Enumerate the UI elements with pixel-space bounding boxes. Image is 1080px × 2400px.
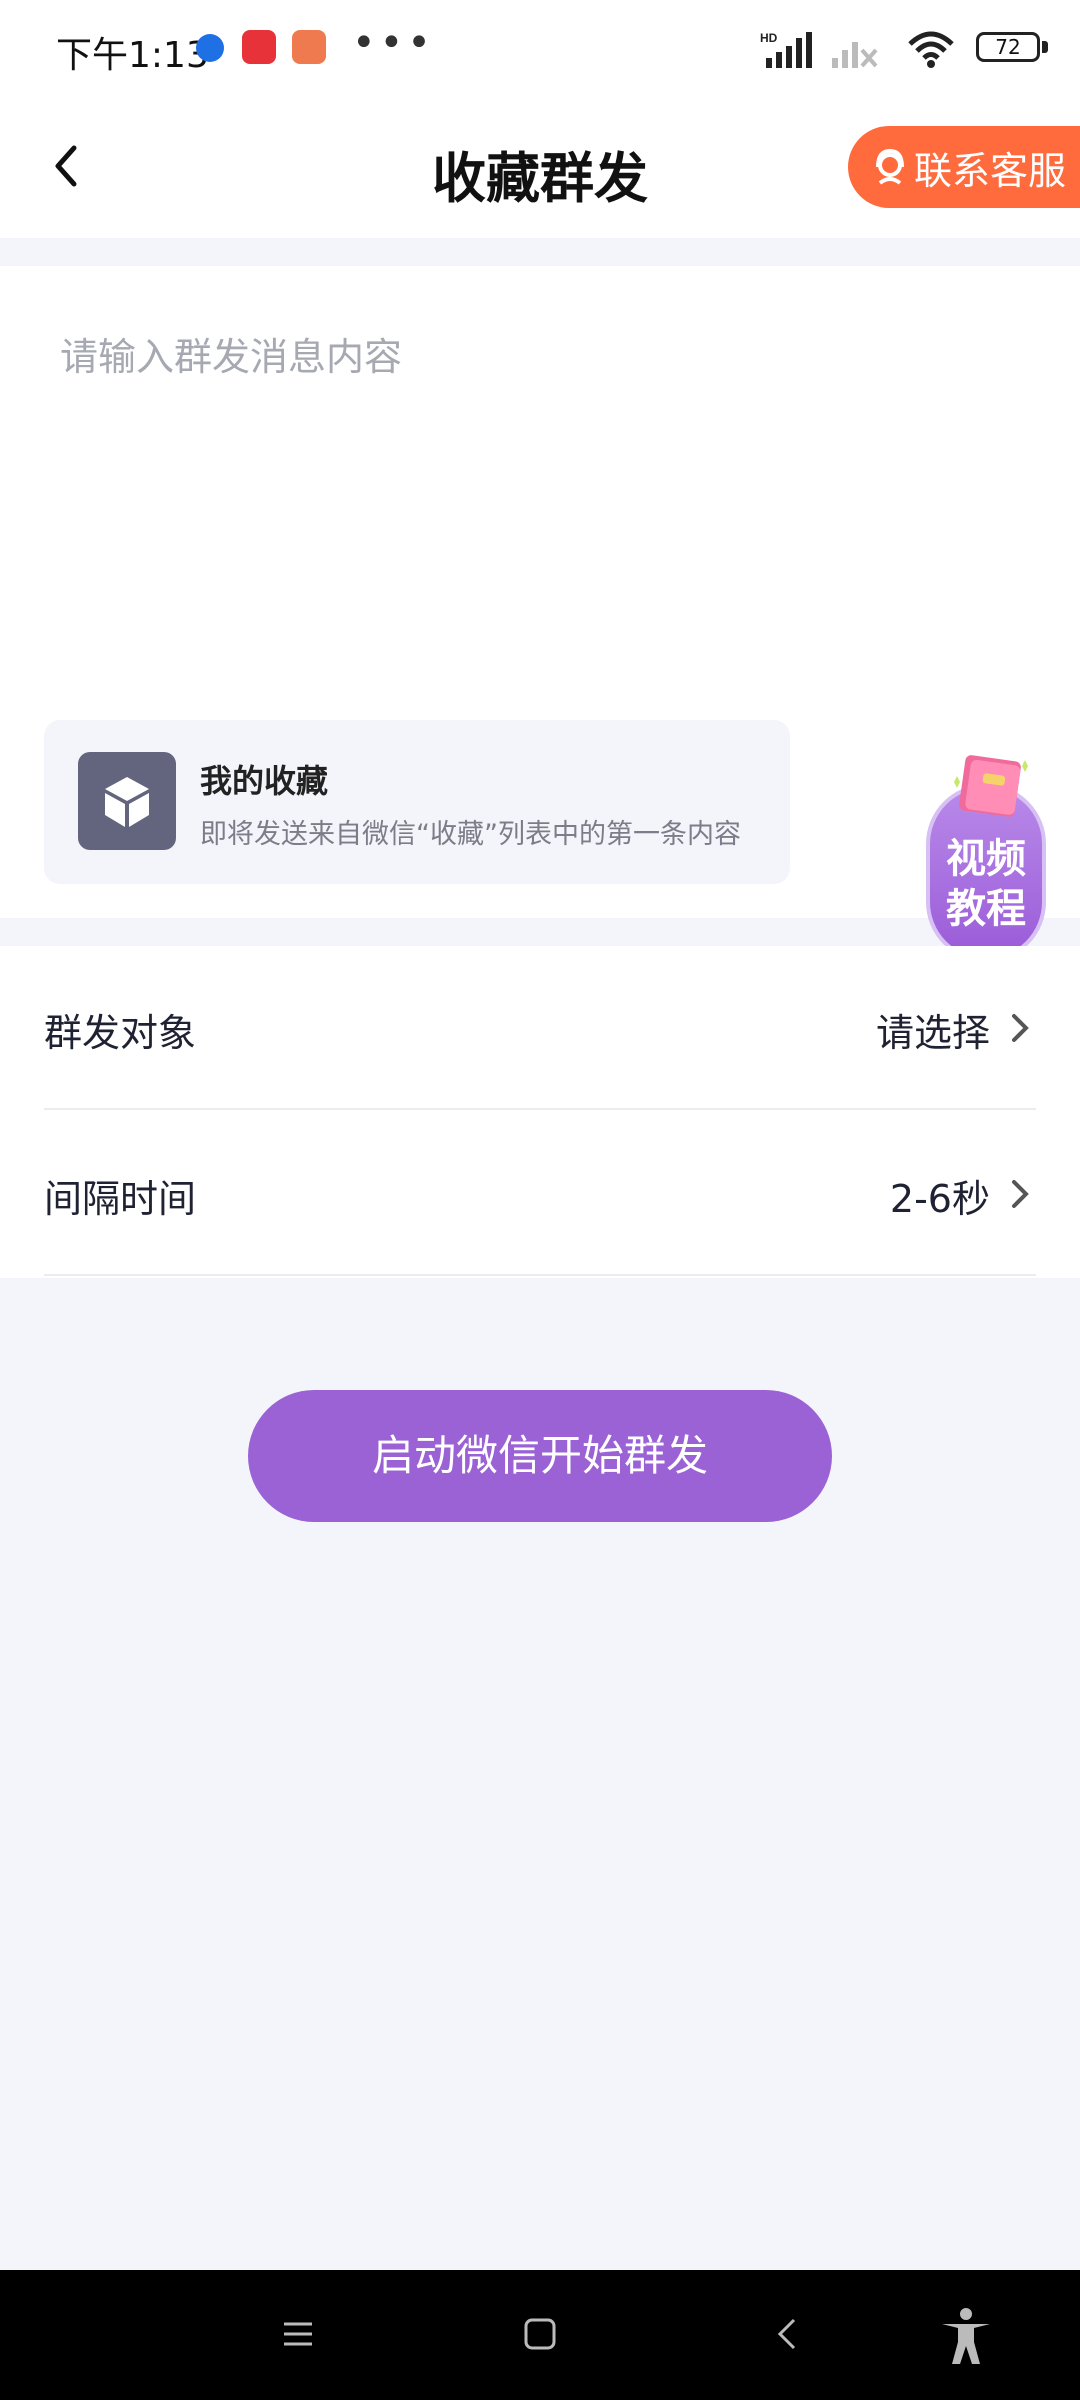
setting-label: 间隔时间 bbox=[44, 1177, 197, 1221]
nav-back-icon[interactable] bbox=[768, 2314, 808, 2354]
setting-row-interval[interactable]: 间隔时间 2-6秒 bbox=[44, 1112, 1036, 1276]
accessibility-icon[interactable] bbox=[938, 2306, 994, 2366]
app-notification-icon bbox=[292, 30, 326, 64]
my-favorites-card[interactable]: 我的收藏 即将发送来自微信“收藏”列表中的第一条内容 bbox=[44, 720, 790, 884]
menu-icon[interactable] bbox=[278, 2314, 318, 2354]
contact-support-button[interactable]: 联系客服 bbox=[848, 126, 1080, 208]
signal-off-icon bbox=[832, 42, 878, 68]
status-time: 下午1:13 bbox=[56, 35, 209, 76]
network-type-label: HD bbox=[760, 31, 778, 45]
video-tutorial-label: 视频 教程 bbox=[926, 834, 1046, 934]
contact-support-label: 联系客服 bbox=[914, 148, 1067, 193]
video-tutorial-button[interactable]: 视频 教程 bbox=[926, 752, 1050, 962]
signal-icon: HD bbox=[760, 31, 812, 68]
home-icon[interactable] bbox=[520, 2314, 560, 2354]
book-icon bbox=[954, 755, 1028, 817]
setting-row-target[interactable]: 群发对象 请选择 bbox=[44, 946, 1036, 1110]
battery-icon: 72 bbox=[976, 32, 1040, 62]
app-notification-icon bbox=[196, 34, 224, 62]
setting-value: 2-6秒 bbox=[889, 1177, 990, 1221]
settings-card: 群发对象 请选择 间隔时间 2-6秒 bbox=[0, 946, 1080, 1278]
app-notification-icon bbox=[242, 30, 276, 64]
chevron-right-icon bbox=[1012, 1014, 1029, 1042]
start-broadcast-button[interactable]: 启动微信开始群发 bbox=[248, 1390, 832, 1522]
setting-label: 群发对象 bbox=[44, 1011, 197, 1055]
message-card: 请输入群发消息内容 我的收藏 即将发送来自微信“收藏”列表中的第一条内容 bbox=[0, 266, 1080, 918]
app-header: 收藏群发 联系客服 bbox=[0, 98, 1080, 238]
cube-icon bbox=[78, 752, 176, 850]
system-nav-bar bbox=[0, 2270, 1080, 2400]
favorites-title: 我的收藏 bbox=[200, 762, 329, 800]
setting-value: 请选择 bbox=[875, 1011, 990, 1055]
wifi-icon bbox=[908, 31, 954, 68]
chevron-right-icon bbox=[1012, 1180, 1029, 1208]
favorites-description: 即将发送来自微信“收藏”列表中的第一条内容 bbox=[200, 819, 741, 850]
headset-icon bbox=[876, 148, 904, 185]
video-tutorial-line2: 教程 bbox=[946, 886, 1026, 932]
more-notifications-icon: ••• bbox=[352, 20, 435, 66]
video-tutorial-line1: 视频 bbox=[946, 836, 1026, 882]
status-bar: 下午1:13 ••• HD 72 bbox=[0, 0, 1080, 98]
battery-cap bbox=[1042, 41, 1048, 53]
message-input[interactable]: 请输入群发消息内容 bbox=[60, 326, 1020, 566]
